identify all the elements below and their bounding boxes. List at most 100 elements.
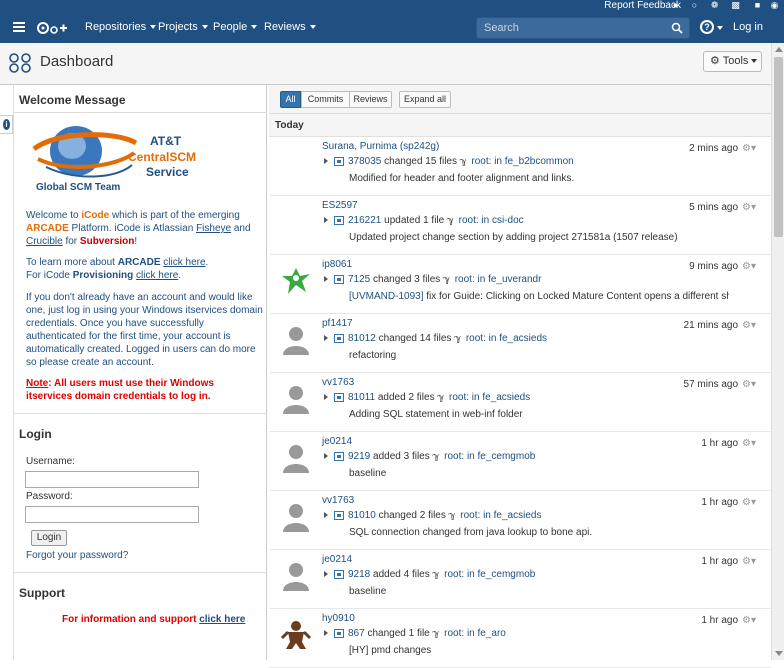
expand-arrow-icon[interactable]	[324, 571, 328, 578]
commit-message: Updated project change section by adding…	[349, 232, 678, 243]
avatar[interactable]	[280, 500, 312, 532]
camera-icon[interactable]: ◉	[770, 1, 779, 10]
avatar[interactable]	[280, 441, 312, 473]
notification-icon[interactable]: ■	[753, 1, 762, 10]
author-link[interactable]: Surana, Purnima (sp242g)	[322, 141, 439, 152]
search-icon[interactable]	[671, 22, 683, 34]
password-field[interactable]	[25, 506, 199, 523]
author-link[interactable]: vv1763	[322, 495, 354, 506]
nav-people[interactable]: People	[213, 12, 258, 43]
hierarchy-icon[interactable]: ▩	[731, 1, 740, 10]
info-tab[interactable]: i	[0, 115, 13, 134]
repository-link[interactable]: root: in fe_cemgmob	[444, 451, 535, 462]
avatar[interactable]	[280, 146, 312, 178]
support-click-here-link[interactable]: click here	[199, 614, 245, 625]
nav-projects[interactable]: Projects	[158, 12, 208, 43]
changeset-link[interactable]: 81012	[348, 333, 376, 344]
nav-repositories[interactable]: Repositories	[85, 12, 157, 43]
repository-link[interactable]: root: in fe_uverandr	[455, 274, 542, 285]
comment-icon[interactable]: ●	[671, 1, 680, 10]
repository-link[interactable]: root: in fe_b2bcommon	[471, 156, 573, 167]
login-button[interactable]: Login	[31, 530, 67, 546]
gear-icon[interactable]: ⚙▾	[742, 320, 756, 331]
author-link[interactable]: ES2597	[322, 200, 358, 211]
scroll-up-arrow[interactable]	[775, 47, 783, 52]
main-navbar: Repositories Projects People Reviews Sea…	[0, 12, 784, 43]
repository-link[interactable]: root: in fe_acsieds	[460, 510, 541, 521]
arcade-click-here-link[interactable]: click here	[163, 257, 205, 268]
today-header: Today	[269, 114, 771, 137]
forgot-password-link[interactable]: Forgot your password?	[26, 550, 128, 561]
commit-action: changed 2 files	[375, 510, 449, 521]
repository-link[interactable]: root: in csi-doc	[459, 215, 524, 226]
gear-icon[interactable]: ⚙▾	[742, 202, 756, 213]
expand-arrow-icon[interactable]	[324, 276, 328, 283]
expand-arrow-icon[interactable]	[324, 453, 328, 460]
avatar[interactable]	[280, 323, 312, 355]
hamburger-menu-icon[interactable]	[13, 22, 25, 32]
timestamp: 57 mins ago ⚙▾	[683, 379, 756, 390]
changeset-link[interactable]: 216221	[348, 215, 381, 226]
gear-icon[interactable]: ⚙▾	[742, 261, 756, 272]
utility-bar: Report Feedback ● ○ ❁ ▩ ■ ◉	[0, 0, 784, 12]
report-feedback-link[interactable]: Report Feedback	[604, 0, 681, 12]
filter-reviews-button[interactable]: Reviews	[349, 91, 392, 108]
avatar[interactable]	[280, 264, 312, 296]
expand-arrow-icon[interactable]	[324, 512, 328, 519]
scrollbar-thumb[interactable]	[774, 57, 783, 237]
login-link[interactable]: Log in	[733, 12, 763, 43]
fisheye-crucible-logo-icon[interactable]	[37, 20, 71, 36]
avatar[interactable]	[280, 618, 312, 650]
expand-arrow-icon[interactable]	[324, 217, 328, 224]
search-input[interactable]: Search	[476, 17, 690, 39]
gear-icon[interactable]: ⚙▾	[742, 143, 756, 154]
tools-button[interactable]: ⚙ Tools	[703, 51, 762, 72]
scroll-down-arrow[interactable]	[775, 651, 783, 656]
gear-icon[interactable]: ⚙▾	[742, 379, 756, 390]
author-link[interactable]: pf1417	[322, 318, 353, 329]
repository-link[interactable]: root: in fe_aro	[444, 628, 506, 639]
lightbulb-icon[interactable]: ○	[690, 1, 699, 10]
gear-icon[interactable]: ⚙▾	[742, 497, 756, 508]
changeset-icon	[334, 215, 344, 225]
timestamp: 1 hr ago ⚙▾	[701, 438, 756, 449]
expand-all-button[interactable]: Expand all	[399, 91, 451, 108]
filter-commits-button[interactable]: Commits	[301, 91, 350, 108]
bug-icon[interactable]: ❁	[710, 1, 719, 10]
avatar[interactable]	[280, 382, 312, 414]
author-link[interactable]: je0214	[322, 554, 352, 565]
author-link[interactable]: hy0910	[322, 613, 355, 624]
chevron-down-icon[interactable]	[717, 26, 723, 30]
nav-reviews[interactable]: Reviews	[264, 12, 316, 43]
repository-link[interactable]: root: in fe_acsieds	[466, 333, 547, 344]
issue-link[interactable]: [UVMAND-1093]	[349, 291, 423, 302]
author-link[interactable]: ip8061	[322, 259, 352, 270]
changeset-link[interactable]: 81010	[348, 510, 376, 521]
help-icon[interactable]: ?	[700, 20, 714, 34]
provisioning-click-here-link[interactable]: click here	[136, 270, 178, 281]
expand-arrow-icon[interactable]	[324, 394, 328, 401]
repository-link[interactable]: root: in fe_cemgmob	[444, 569, 535, 580]
author-link[interactable]: je0214	[322, 436, 352, 447]
gear-icon[interactable]: ⚙▾	[742, 615, 756, 626]
changeset-link[interactable]: 9219	[348, 451, 370, 462]
avatar[interactable]	[280, 205, 312, 237]
repository-link[interactable]: root: in fe_acsieds	[449, 392, 530, 403]
changeset-link[interactable]: 378035	[348, 156, 381, 167]
scrollbar[interactable]	[771, 43, 784, 660]
expand-arrow-icon[interactable]	[324, 630, 328, 637]
expand-arrow-icon[interactable]	[324, 335, 328, 342]
changeset-link[interactable]: 81011	[348, 392, 375, 403]
crucible-link[interactable]: Crucible	[26, 236, 63, 247]
changeset-link[interactable]: 7125	[348, 274, 370, 285]
username-field[interactable]	[25, 471, 199, 488]
gear-icon[interactable]: ⚙▾	[742, 438, 756, 449]
expand-arrow-icon[interactable]	[324, 158, 328, 165]
author-link[interactable]: vv1763	[322, 377, 354, 388]
fisheye-link[interactable]: Fisheye	[196, 223, 231, 234]
filter-all-button[interactable]: All	[280, 91, 301, 108]
changeset-link[interactable]: 9218	[348, 569, 370, 580]
changeset-link[interactable]: 867	[348, 628, 365, 639]
avatar[interactable]	[280, 559, 312, 591]
gear-icon[interactable]: ⚙▾	[742, 556, 756, 567]
